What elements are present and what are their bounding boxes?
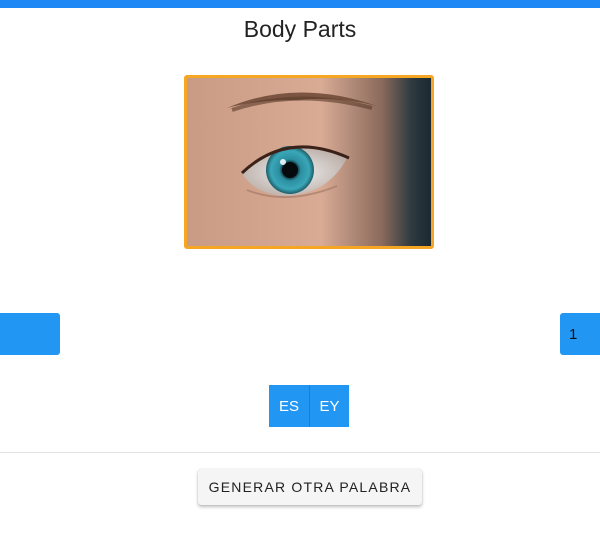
syllable-button-ey[interactable]: EY	[309, 385, 349, 427]
counter-button[interactable]: 1	[560, 313, 600, 355]
page: Body Parts 1 ES EY GENERAR OTRA PALABRA	[0, 0, 600, 539]
eye-image	[187, 78, 431, 246]
page-title: Body Parts	[243, 16, 357, 42]
syllable-button-es[interactable]: ES	[269, 385, 309, 427]
word-image	[184, 75, 434, 249]
previous-button[interactable]	[0, 313, 60, 355]
divider	[0, 452, 600, 453]
generate-word-button[interactable]: GENERAR OTRA PALABRA	[198, 469, 422, 505]
syllable-group: ES EY	[269, 385, 349, 427]
top-accent-bar	[0, 0, 600, 8]
